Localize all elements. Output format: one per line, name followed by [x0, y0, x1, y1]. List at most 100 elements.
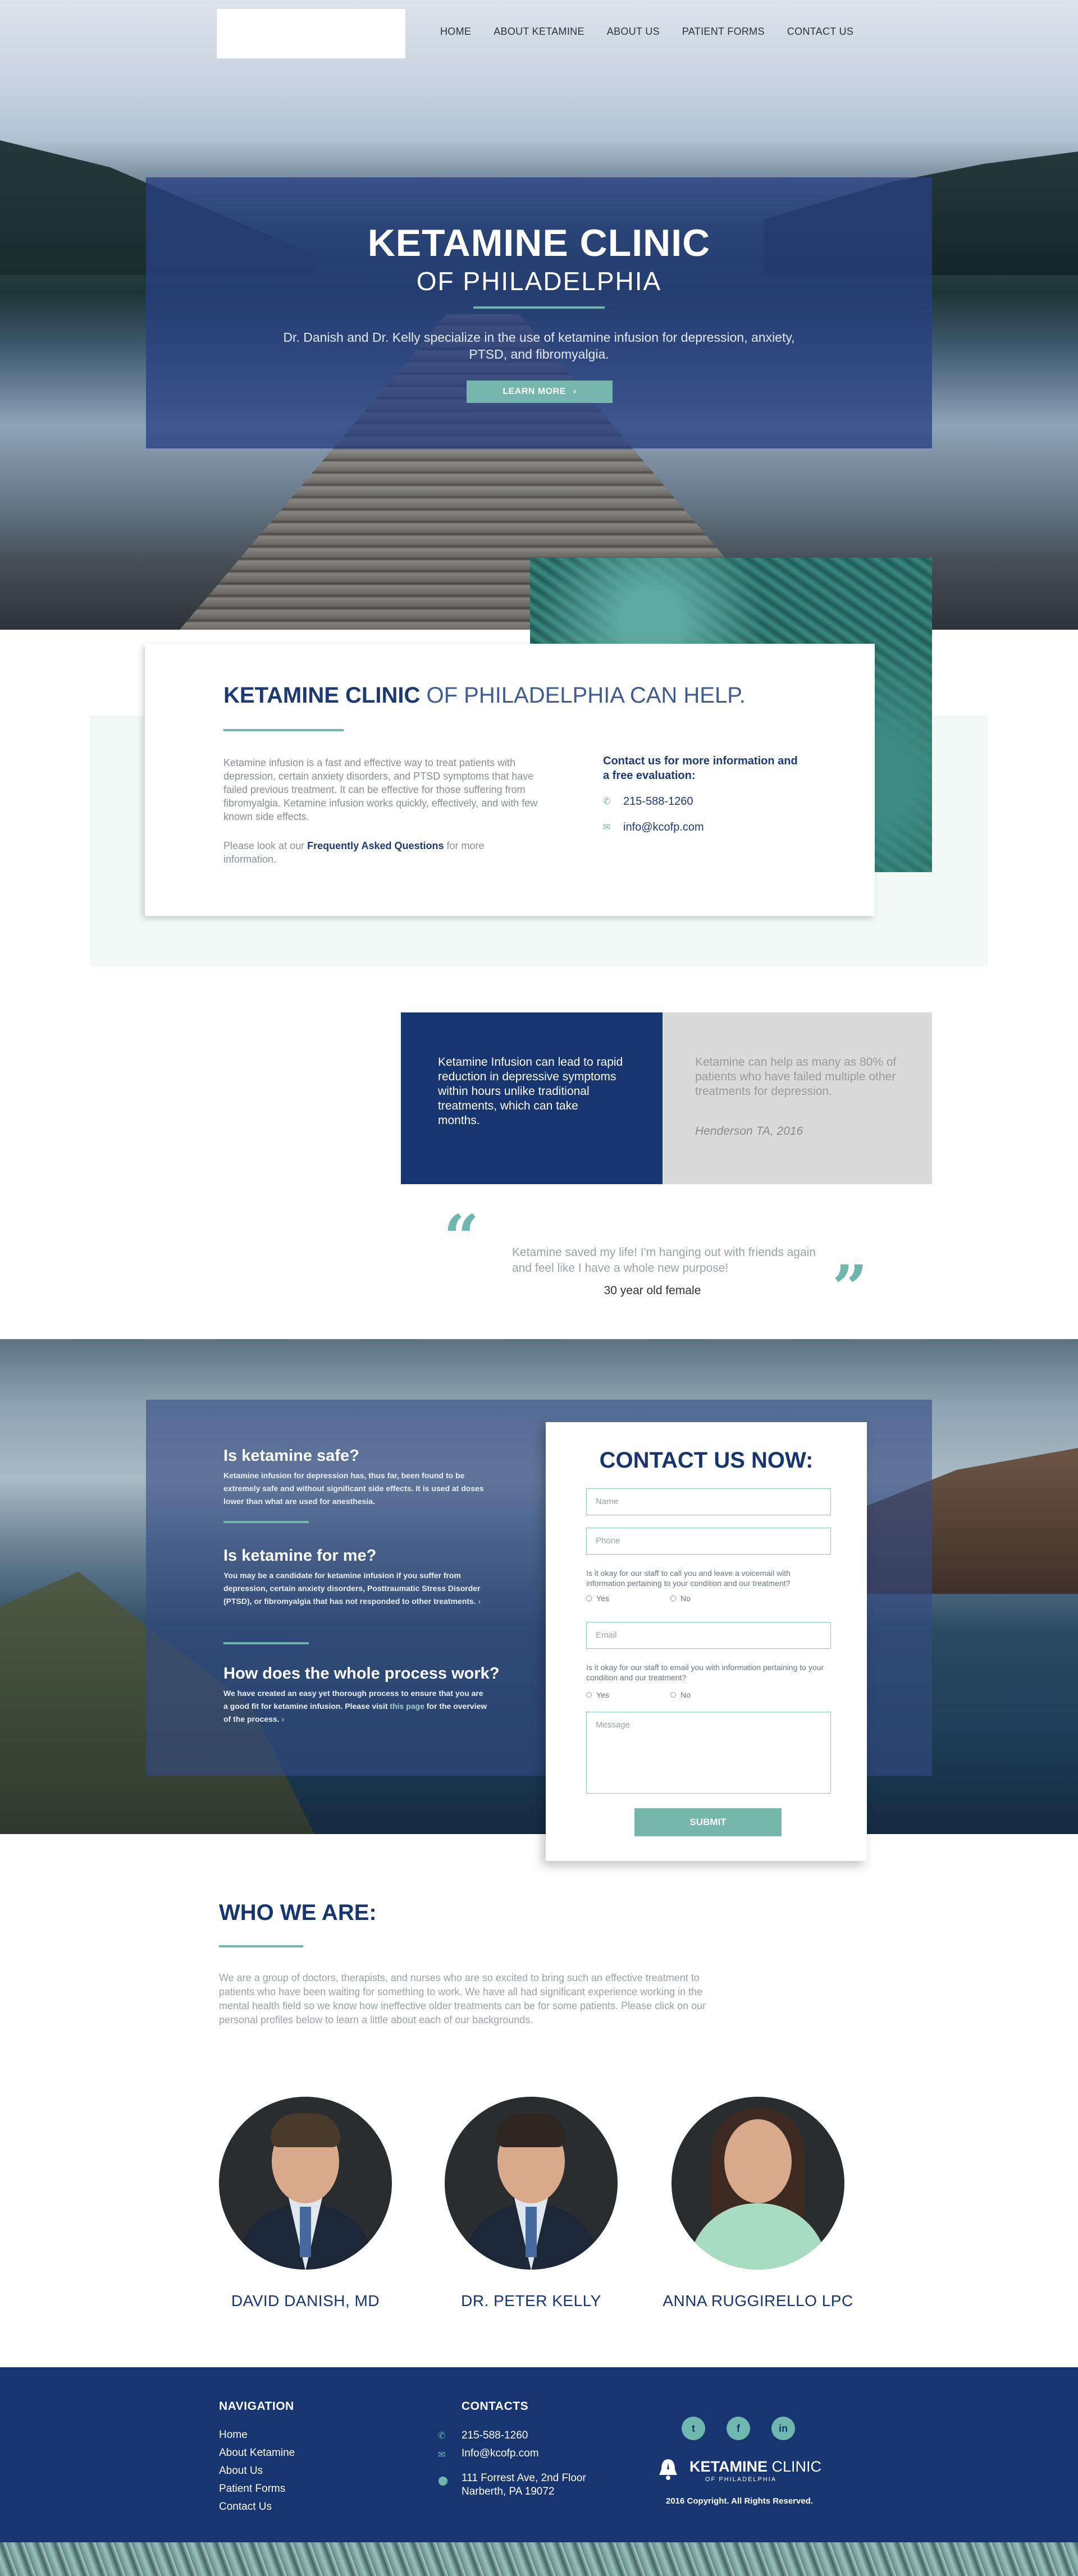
process-page-link[interactable]: this page	[390, 1702, 424, 1711]
intro-phone[interactable]: ✆ 215-588-1260	[603, 795, 693, 808]
stat-blue-text: Ketamine Infusion can lead to rapid redu…	[438, 1056, 623, 1127]
footer-logo[interactable]: KETAMINE CLINIC OF PHILADELPHIA	[656, 2457, 824, 2485]
intro-body: Ketamine infusion is a fast and effectiv…	[223, 757, 538, 822]
learn-more-label: LEARN MORE	[503, 387, 566, 396]
footer-link-contact-us[interactable]: Contact Us	[219, 2501, 272, 2513]
footer-link-about-ketamine[interactable]: About Ketamine	[219, 2447, 295, 2459]
avatar-david-danish[interactable]	[219, 2097, 392, 2270]
hero-subtitle: OF PHILADELPHIA	[416, 267, 662, 296]
intro-email-text: info@kcofp.com	[623, 821, 704, 833]
call-permission-question: Is it okay for our staff to call you and…	[586, 1569, 791, 1588]
email-yes-radio[interactable]: Yes	[586, 1690, 609, 1699]
intro-phone-text: 215-588-1260	[623, 795, 693, 808]
site-logo[interactable]	[217, 9, 405, 58]
faq-question-safe: Is ketamine safe?	[223, 1447, 359, 1465]
who-we-are-body: We are a group of doctors, therapists, a…	[219, 1972, 706, 2025]
intro-card: KETAMINE CLINIC OF PHILADELPHIA CAN HELP…	[145, 644, 875, 916]
phone-icon: ✆	[438, 2431, 446, 2441]
hero-divider	[473, 306, 605, 309]
stat-panel-blue: Ketamine Infusion can lead to rapid redu…	[401, 1012, 663, 1184]
phone-input[interactable]: Phone	[586, 1528, 831, 1555]
who-divider	[219, 1945, 303, 1947]
copyright-text: 2016 Copyright. All Rights Reserved.	[666, 2496, 814, 2506]
nav-about-ketamine[interactable]: ABOUT KETAMINE	[494, 26, 584, 43]
footer-address-line-2: Narberth, PA 19072	[462, 2486, 555, 2497]
faq-link[interactable]: Frequently Asked Questions	[307, 840, 444, 851]
intro-faq-text: Please look at our Frequently Asked Ques…	[223, 839, 538, 866]
intro-divider	[223, 729, 344, 731]
main-nav: HOME ABOUT KETAMINE ABOUT US PATIENT FOR…	[440, 26, 853, 43]
liberty-bell-icon	[659, 2459, 677, 2480]
footer-phone[interactable]: 215-588-1260	[462, 2429, 528, 2442]
chevron-right-icon: ›	[573, 387, 577, 396]
footer-link-about-us[interactable]: About Us	[219, 2465, 263, 2477]
radio-icon	[586, 1596, 592, 1601]
form-title: CONTACT US NOW:	[599, 1448, 814, 1473]
call-no-label: No	[680, 1594, 691, 1603]
footer-email[interactable]: Info@kcofp.com	[462, 2447, 539, 2460]
intro-email[interactable]: ✉ info@kcofp.com	[603, 821, 704, 834]
name-input[interactable]: Name	[586, 1488, 831, 1515]
chevron-right-icon: ›	[478, 1597, 481, 1606]
avatar-peter-kelly[interactable]	[445, 2097, 618, 2270]
email-no-radio[interactable]: No	[670, 1690, 691, 1699]
nav-patient-forms[interactable]: PATIENT FORMS	[682, 26, 765, 43]
nav-contact-us[interactable]: CONTACT US	[787, 26, 853, 43]
testimonial-author: 30 year old female	[604, 1284, 701, 1297]
hair-shape	[496, 2114, 566, 2147]
footer-link-patient-forms[interactable]: Patient Forms	[219, 2483, 285, 2495]
radio-icon	[670, 1692, 676, 1698]
faq-divider-1	[223, 1521, 309, 1523]
intro-title-light: OF PHILADELPHIA CAN HELP.	[420, 683, 746, 708]
person-name-anna[interactable]: ANNA RUGGIRELLO LPC	[657, 2292, 859, 2310]
top-shape	[688, 2203, 828, 2270]
nav-home[interactable]: HOME	[440, 26, 471, 43]
person-name-david[interactable]: DAVID DANISH, MD	[204, 2292, 406, 2310]
nav-about-us[interactable]: ABOUT US	[607, 26, 660, 43]
message-textarea[interactable]: Message	[586, 1712, 831, 1794]
footer-logo-light: CLINIC	[768, 2458, 822, 2475]
phone-icon: ✆	[603, 796, 611, 806]
location-pin-icon: ⬤	[438, 2476, 448, 2486]
faq-prefix: Please look at our	[223, 840, 308, 851]
faq-answer-process: We have created an easy yet thorough pro…	[223, 1687, 487, 1726]
avatar-anna-ruggirello[interactable]	[672, 2097, 844, 2270]
call-yes-radio[interactable]: Yes	[586, 1594, 609, 1603]
email-permission-question: Is it okay for our staff to email you wi…	[586, 1663, 824, 1682]
tie-shape	[300, 2207, 311, 2257]
faq-answer-safe: Ketamine infusion for depression has, th…	[223, 1471, 484, 1506]
intro-title: KETAMINE CLINIC OF PHILADELPHIA CAN HELP…	[223, 683, 746, 708]
footer-logo-subtitle: OF PHILADELPHIA	[705, 2476, 777, 2483]
intro-title-bold: KETAMINE CLINIC	[223, 683, 421, 708]
radio-icon	[586, 1692, 592, 1698]
radio-icon	[670, 1596, 676, 1601]
facebook-icon[interactable]: f	[727, 2417, 750, 2440]
email-no-label: No	[680, 1690, 691, 1699]
linkedin-icon[interactable]: in	[771, 2417, 795, 2440]
footer	[0, 2367, 1078, 2542]
call-no-radio[interactable]: No	[670, 1594, 691, 1603]
footer-link-home[interactable]: Home	[219, 2429, 248, 2441]
hair-shape	[271, 2114, 340, 2147]
hero-panel: KETAMINE CLINIC OF PHILADELPHIA Dr. Dani…	[146, 177, 932, 448]
footer-address-line-1: 111 Forrest Ave, 2nd Floor	[462, 2472, 586, 2484]
face-shape	[724, 2119, 792, 2203]
who-we-are-title: WHO WE ARE:	[219, 1900, 377, 1925]
faq-question-process: How does the whole process work?	[223, 1665, 500, 1683]
contact-cta-title: Contact us for more information and a fr…	[603, 755, 798, 782]
quote-close-icon: ”	[832, 1252, 868, 1324]
email-input[interactable]: Email	[586, 1622, 831, 1649]
person-name-peter[interactable]: DR. PETER KELLY	[430, 2292, 632, 2310]
mail-icon: ✉	[603, 822, 611, 832]
submit-button[interactable]: SUBMIT	[634, 1808, 782, 1836]
footer-contacts-title: CONTACTS	[462, 2400, 529, 2413]
mail-icon: ✉	[438, 2450, 446, 2460]
quote-open-icon: “	[444, 1201, 479, 1273]
twitter-icon[interactable]: t	[682, 2417, 705, 2440]
learn-more-button[interactable]: LEARN MORE ›	[467, 381, 613, 403]
stat-gray-text: Ketamine can help as many as 80% of pati…	[695, 1056, 897, 1098]
hero-description: Dr. Danish and Dr. Kelly specialize in t…	[283, 330, 795, 361]
email-yes-label: Yes	[596, 1690, 609, 1699]
chevron-right-icon: ›	[281, 1715, 285, 1724]
faq-answer-for-me-text: You may be a candidate for ketamine infu…	[223, 1571, 481, 1606]
